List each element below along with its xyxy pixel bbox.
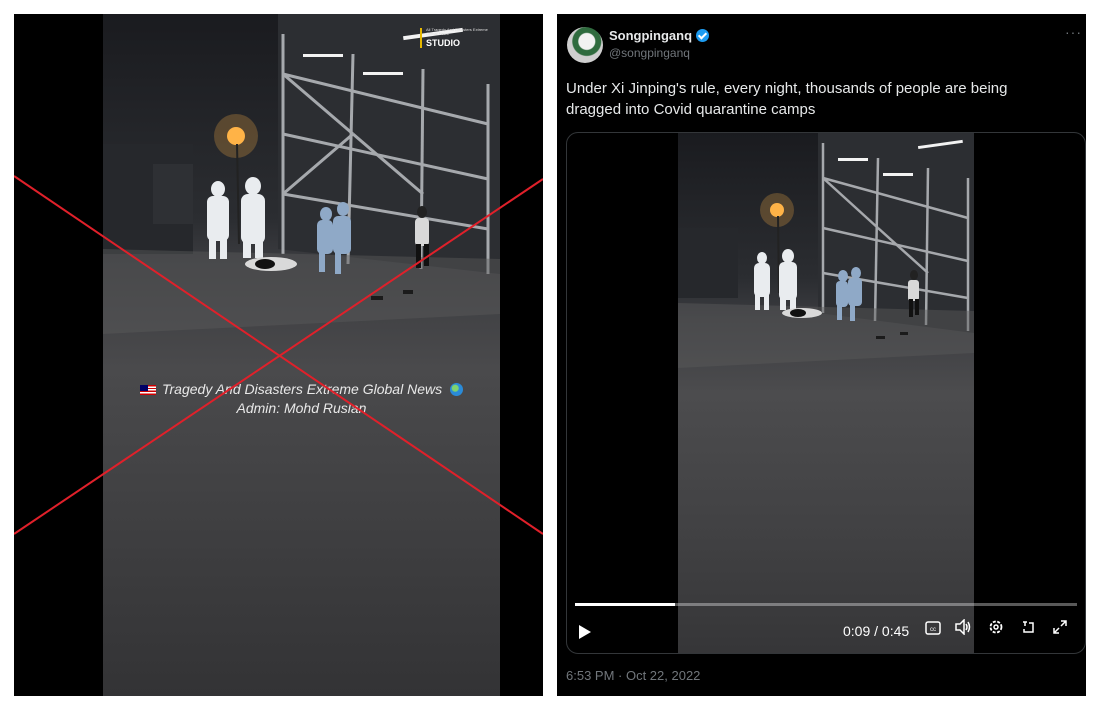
user-handle[interactable]: @songpinganq bbox=[609, 46, 690, 60]
globe-icon bbox=[450, 383, 463, 396]
debunked-video-panel: All Tragedy And Disasters Extreme Global… bbox=[14, 14, 543, 696]
watermark-title: Tragedy And Disasters Extreme Global New… bbox=[162, 381, 443, 397]
display-name-text[interactable]: Songpinganq bbox=[609, 28, 692, 43]
play-icon[interactable] bbox=[579, 625, 591, 639]
scene-illustration bbox=[678, 133, 974, 368]
avatar[interactable] bbox=[567, 27, 603, 63]
tweet-timestamp[interactable]: 6:53 PM · Oct 22, 2022 bbox=[566, 668, 700, 683]
video-controls: 0:09 / 0:45 cc bbox=[567, 613, 1085, 649]
badge-caption: All Tragedy And Disasters Extreme Global… bbox=[426, 27, 488, 36]
captions-icon[interactable]: cc bbox=[922, 619, 944, 641]
settings-icon[interactable] bbox=[985, 619, 1007, 641]
watermark-admin: Admin: Mohd Ruslan bbox=[236, 400, 367, 416]
malaysia-flag-icon bbox=[140, 385, 156, 395]
volume-icon[interactable] bbox=[952, 618, 974, 641]
channel-watermark: Tragedy And Disasters Extreme Global New… bbox=[103, 380, 500, 418]
video-player[interactable]: 0:09 / 0:45 cc bbox=[566, 132, 1086, 654]
tweet-text: Under Xi Jinping's rule, every night, th… bbox=[566, 80, 1008, 118]
more-options-icon[interactable]: ··· bbox=[1065, 24, 1082, 40]
dock-icon[interactable] bbox=[1017, 619, 1039, 641]
svg-text:cc: cc bbox=[930, 627, 936, 633]
video-still[interactable] bbox=[678, 133, 974, 653]
fullscreen-icon[interactable] bbox=[1049, 619, 1071, 641]
scene-illustration bbox=[103, 14, 500, 334]
video-time: 0:09 / 0:45 bbox=[843, 623, 910, 639]
video-progress-fill bbox=[575, 603, 676, 606]
display-name[interactable]: Songpinganq bbox=[609, 28, 710, 43]
badge-label: STUDIO bbox=[426, 38, 461, 48]
tweet-card: Songpinganq @songpinganq ··· Under Xi Ji… bbox=[557, 14, 1086, 696]
studio-badge: All Tragedy And Disasters Extreme Global… bbox=[420, 28, 492, 48]
verified-badge-icon bbox=[696, 29, 710, 42]
video-progress-bar[interactable] bbox=[575, 603, 1077, 606]
video-still: All Tragedy And Disasters Extreme Global… bbox=[103, 14, 500, 696]
